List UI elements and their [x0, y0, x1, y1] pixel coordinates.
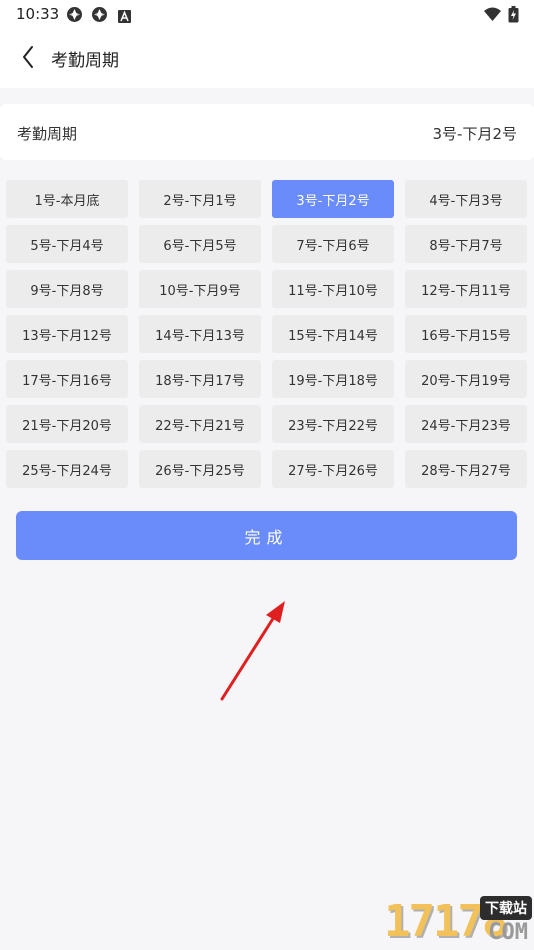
cycle-option[interactable]: 20号-下月19号 [405, 360, 527, 398]
cycle-option[interactable]: 9号-下月8号 [6, 270, 128, 308]
cycle-option[interactable]: 4号-下月3号 [405, 180, 527, 218]
back-button[interactable] [14, 42, 42, 76]
cycle-option[interactable]: 17号-下月16号 [6, 360, 128, 398]
cycle-option[interactable]: 16号-下月15号 [405, 315, 527, 353]
cycle-option[interactable]: 25号-下月24号 [6, 450, 128, 488]
page-title: 考勤周期 [51, 51, 119, 71]
cycle-option[interactable]: 10号-下月9号 [139, 270, 261, 308]
cycle-option[interactable]: 5号-下月4号 [6, 225, 128, 263]
cycle-option[interactable]: 1号-本月底 [6, 180, 128, 218]
cycle-option[interactable]: 23号-下月22号 [272, 405, 394, 443]
battery-icon [508, 6, 519, 23]
cycle-option[interactable]: 8号-下月7号 [405, 225, 527, 263]
red-arrow-icon [210, 595, 300, 705]
cycle-option[interactable]: 28号-下月27号 [405, 450, 527, 488]
cycle-option[interactable]: 22号-下月21号 [139, 405, 261, 443]
done-button[interactable]: 完成 [16, 511, 517, 560]
wifi-icon [483, 6, 502, 23]
cycle-option-selected[interactable]: 3号-下月2号 [272, 180, 394, 218]
app-bar: 考勤周期 [0, 30, 534, 88]
cycle-option[interactable]: 14号-下月13号 [139, 315, 261, 353]
cycle-option[interactable]: 27号-下月26号 [272, 450, 394, 488]
cycle-option[interactable]: 19号-下月18号 [272, 360, 394, 398]
chevron-left-icon [21, 45, 35, 73]
cycle-option[interactable]: 15号-下月14号 [272, 315, 394, 353]
cycle-option[interactable]: 18号-下月17号 [139, 360, 261, 398]
status-time: 10:33 [16, 5, 60, 23]
cycle-option[interactable]: 26号-下月25号 [139, 450, 261, 488]
cycle-option[interactable]: 11号-下月10号 [272, 270, 394, 308]
cycle-value: 3号-下月2号 [432, 125, 518, 143]
cycle-option[interactable]: 21号-下月20号 [6, 405, 128, 443]
cycle-option[interactable]: 6号-下月5号 [139, 225, 261, 263]
cycle-option[interactable]: 7号-下月6号 [272, 225, 394, 263]
cycle-card: 考勤周期 3号-下月2号 [0, 104, 534, 160]
cycle-option-grid: 1号-本月底 2号-下月1号 3号-下月2号 4号-下月3号 5号-下月4号 6号-下月5… [6, 180, 527, 488]
cycle-option[interactable]: 24号-下月23号 [405, 405, 527, 443]
app-notification-icon [91, 6, 108, 23]
cycle-option[interactable]: 12号-下月11号 [405, 270, 527, 308]
site-watermark: 17178 下载站 COM [304, 890, 534, 950]
watermark-tag: 下载站 [480, 896, 532, 920]
watermark-suffix: COM [488, 920, 528, 945]
cycle-label: 考勤周期 [17, 125, 78, 143]
cycle-option[interactable]: 2号-下月1号 [139, 180, 261, 218]
cycle-option[interactable]: 13号-下月12号 [6, 315, 128, 353]
app-notification-icon [66, 6, 83, 23]
status-bar: 10:33 [0, 0, 534, 30]
a-badge-icon [118, 8, 131, 23]
